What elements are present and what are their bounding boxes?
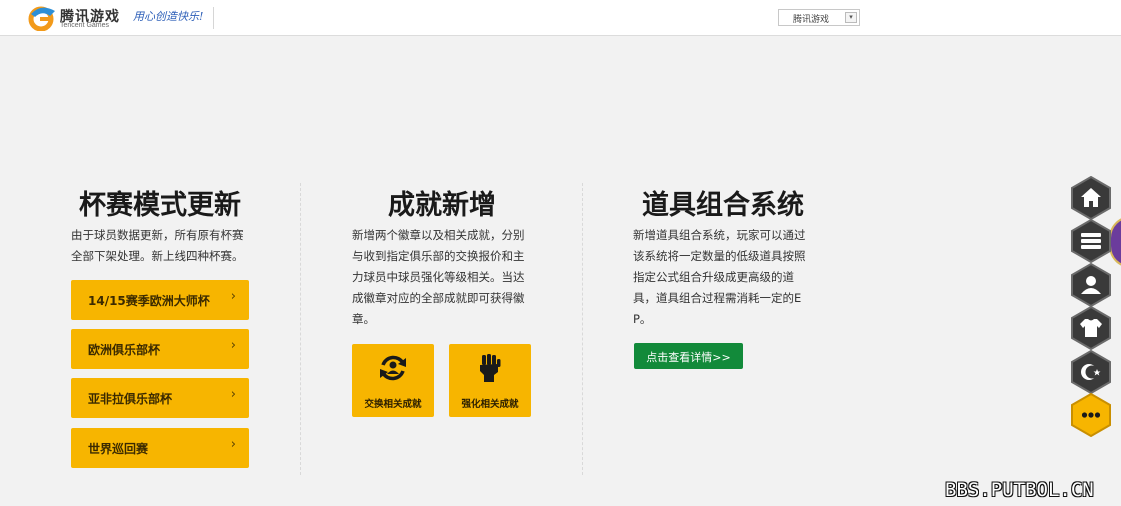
column-divider [582,183,583,475]
achievement-desc-line: 章。 [352,312,375,326]
exchange-icon [380,355,406,381]
cup-button-label: 亚非拉俱乐部杯 [88,392,173,406]
achievement-desc-line: 与收到指定俱乐部的交换报价和主 [352,249,525,263]
sidenav-home[interactable] [1069,176,1113,220]
sidenav-more[interactable] [1069,393,1113,437]
item-combo-desc-line: P。 [633,312,652,326]
achievement-desc-line: 力球员中球员强化等级相关。当达 [352,270,525,284]
achievement-title: 成就新增 [388,190,496,221]
chevron-right-icon: › [230,437,236,452]
item-combo-desc-line: 新增道具组合系统，玩家可以通过 [633,228,806,242]
slogan: 用心创造快乐! [133,10,204,23]
exchange-achievement-card[interactable]: 交换相关成就 [352,344,434,417]
view-details-label: 点击查看详情>> [646,351,731,364]
cup-desc-line: 由于球员数据更新，所有原有杯赛 [71,228,244,242]
sidenav-league[interactable] [1069,350,1113,394]
item-combo-desc-line: 该系统将一定数量的低级道具按照 [633,249,806,263]
cup-mode-title: 杯赛模式更新 [79,190,241,221]
cup-desc-line: 全部下架处理。新上线四种杯赛。 [71,249,244,263]
game-select-value: 腾讯游戏 [793,15,830,25]
chevron-down-icon[interactable]: ▾ [845,12,857,23]
achievement-description: 新增两个徽章以及相关成就，分别 与收到指定俱乐部的交换报价和主 力球员中球员强化… [352,225,525,330]
tencent-logo-icon [28,6,55,31]
upgrade-achievement-label: 强化相关成就 [461,399,519,410]
forum-watermark: BBS.PUTBOL.CN [945,479,1094,501]
user-icon [1071,263,1111,307]
game-select[interactable]: 腾讯游戏 ▾ [778,9,860,26]
more-icon [1071,393,1111,437]
item-combo-title: 道具组合系统 [642,190,804,221]
top-bar: 腾讯游戏 Tencent Games 用心创造快乐! 腾讯游戏 ▾ [0,0,1121,36]
shirt-icon [1071,306,1111,350]
server-icon [1071,219,1111,263]
cup-button-label: 世界巡回赛 [88,442,149,456]
cup-button-world-tour[interactable]: 世界巡回赛 › [71,428,249,468]
exchange-achievement-label: 交换相关成就 [364,399,422,410]
item-combo-desc-line: 具，道具组合过程需消耗一定的E [633,291,802,305]
sidenav-kit[interactable] [1069,306,1113,350]
upgrade-achievement-card[interactable]: 强化相关成就 [449,344,531,417]
cup-button-afro-asian-latin-club[interactable]: 亚非拉俱乐部杯 › [71,378,249,418]
chevron-right-icon: › [230,289,236,304]
achievement-desc-line: 成徽章对应的全部成就即可获得徽 [352,291,525,305]
sidenav-user[interactable] [1069,263,1113,307]
cup-button-europe-club[interactable]: 欧洲俱乐部杯 › [71,329,249,369]
fist-icon [480,354,501,382]
column-divider [300,183,301,475]
cup-mode-description: 由于球员数据更新，所有原有杯赛 全部下架处理。新上线四种杯赛。 [71,225,244,267]
cup-button-label: 14/15赛季欧洲大师杯 [88,294,210,308]
logo-english-text: Tencent Games [60,22,110,29]
chevron-right-icon: › [230,338,236,353]
item-combo-description: 新增道具组合系统，玩家可以通过 该系统将一定数量的低级道具按照 指定公式组合升级… [633,225,806,330]
tencent-games-logo[interactable]: 腾讯游戏 Tencent Games [28,4,128,32]
sidenav-server[interactable] [1069,219,1113,263]
crescent-star-icon [1071,350,1111,394]
achievement-desc-line: 新增两个徽章以及相关成就，分别 [352,228,525,242]
cup-button-label: 欧洲俱乐部杯 [88,343,161,357]
chevron-right-icon: › [230,387,236,402]
home-icon [1071,176,1111,220]
item-combo-desc-line: 指定公式组合升级成更高级的道 [633,270,794,284]
header-divider [213,7,214,29]
view-details-button[interactable]: 点击查看详情>> [634,343,743,369]
cup-button-masters[interactable]: 14/15赛季欧洲大师杯 › [71,280,249,320]
